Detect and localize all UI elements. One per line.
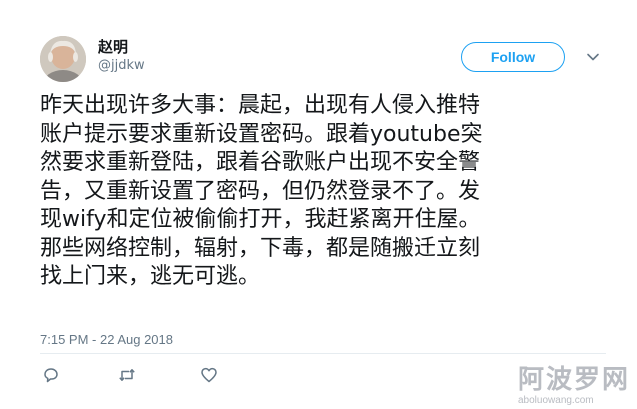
chevron-down-icon[interactable] [586,50,600,64]
watermark-title: 阿波罗网 [518,365,631,395]
tweet-line: 找上门来，逃无可逃。 [40,264,261,289]
tweet-text: 昨天出现许多大事：晨起，出现有人侵入推特 账户提示要求重新设置密码。跟着yout… [40,92,606,292]
avatar-photo [40,36,86,82]
user-handle[interactable]: @jjdkw [98,58,145,74]
tweet-line: 告，又重新设置了密码，但仍然登录不了。发 [40,178,481,204]
heart-icon[interactable] [200,366,218,384]
tweet-timestamp[interactable]: 7:15 PM - 22 Aug 2018 [40,332,173,347]
avatar[interactable] [40,36,86,82]
watermark-url: aboluowang.com [518,395,594,406]
tweet-line: 那些网络控制，辐射，下毒，都是随搬迁立刻 [40,235,481,261]
tweet-line: 现wify和定位被偷偷打开，我赶紧离开住屋。 [40,207,481,232]
tweet-line: 昨天出现许多大事：晨起，出现有人侵入推特 [40,93,481,118]
tweet-line: 账户提示要求重新设置密码。跟着youtube突 [40,121,483,147]
reply-icon[interactable] [42,366,60,384]
follow-button[interactable]: Follow [461,42,565,72]
tweet-line: 然要求重新登陆，跟着谷歌账户出现不安全警 [40,150,481,175]
retweet-icon[interactable] [118,366,136,384]
divider [40,353,606,354]
watermark: 阿波罗网 aboluowang.com [518,365,630,407]
user-name[interactable]: 赵明 [98,38,128,56]
